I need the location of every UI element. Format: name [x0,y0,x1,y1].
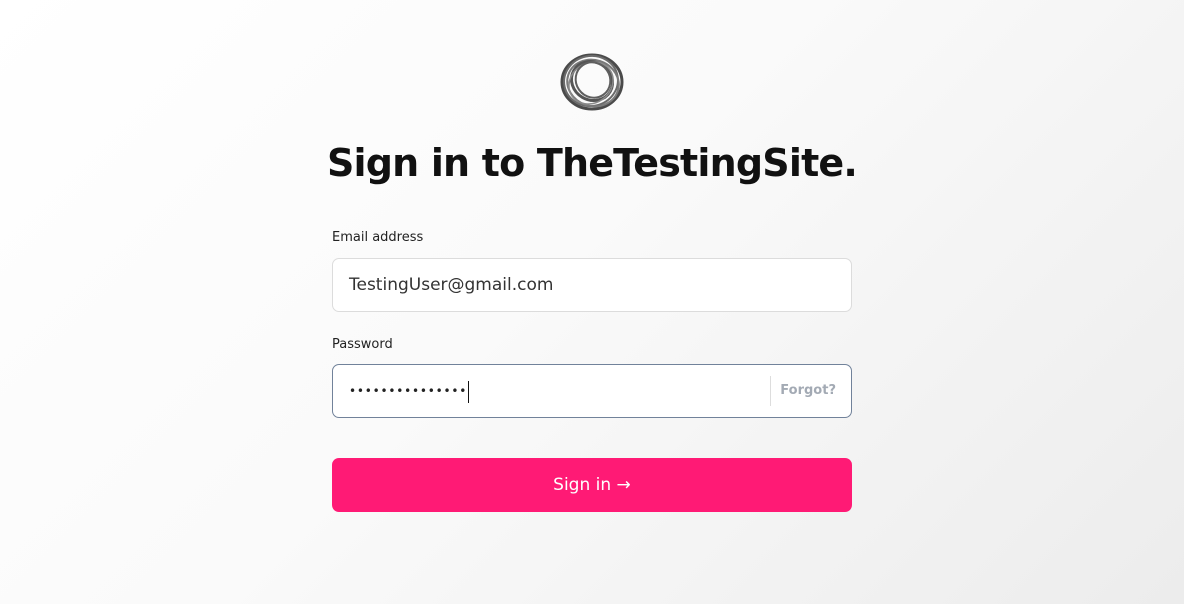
field-divider [770,376,771,406]
email-value[interactable]: TestingUser@gmail.com [349,259,553,311]
password-label: Password [332,337,393,352]
password-field[interactable]: ••••••••••••••• Forgot? [332,364,852,418]
email-label: Email address [332,230,424,245]
password-masked-text: ••••••••••••••• [349,384,468,398]
sign-in-button[interactable]: Sign in → [332,458,852,512]
password-value[interactable]: ••••••••••••••• [349,365,470,417]
page-title: Sign in to TheTestingSite. [326,141,858,185]
login-page: Sign in to TheTestingSite. Email address… [0,0,1184,604]
sign-in-form: Email address TestingUser@gmail.com Pass… [332,228,852,512]
forgot-password-link[interactable]: Forgot? [780,365,836,417]
circle-scribble-logo [560,53,624,111]
text-caret [468,380,470,403]
email-field[interactable]: TestingUser@gmail.com [332,258,852,312]
